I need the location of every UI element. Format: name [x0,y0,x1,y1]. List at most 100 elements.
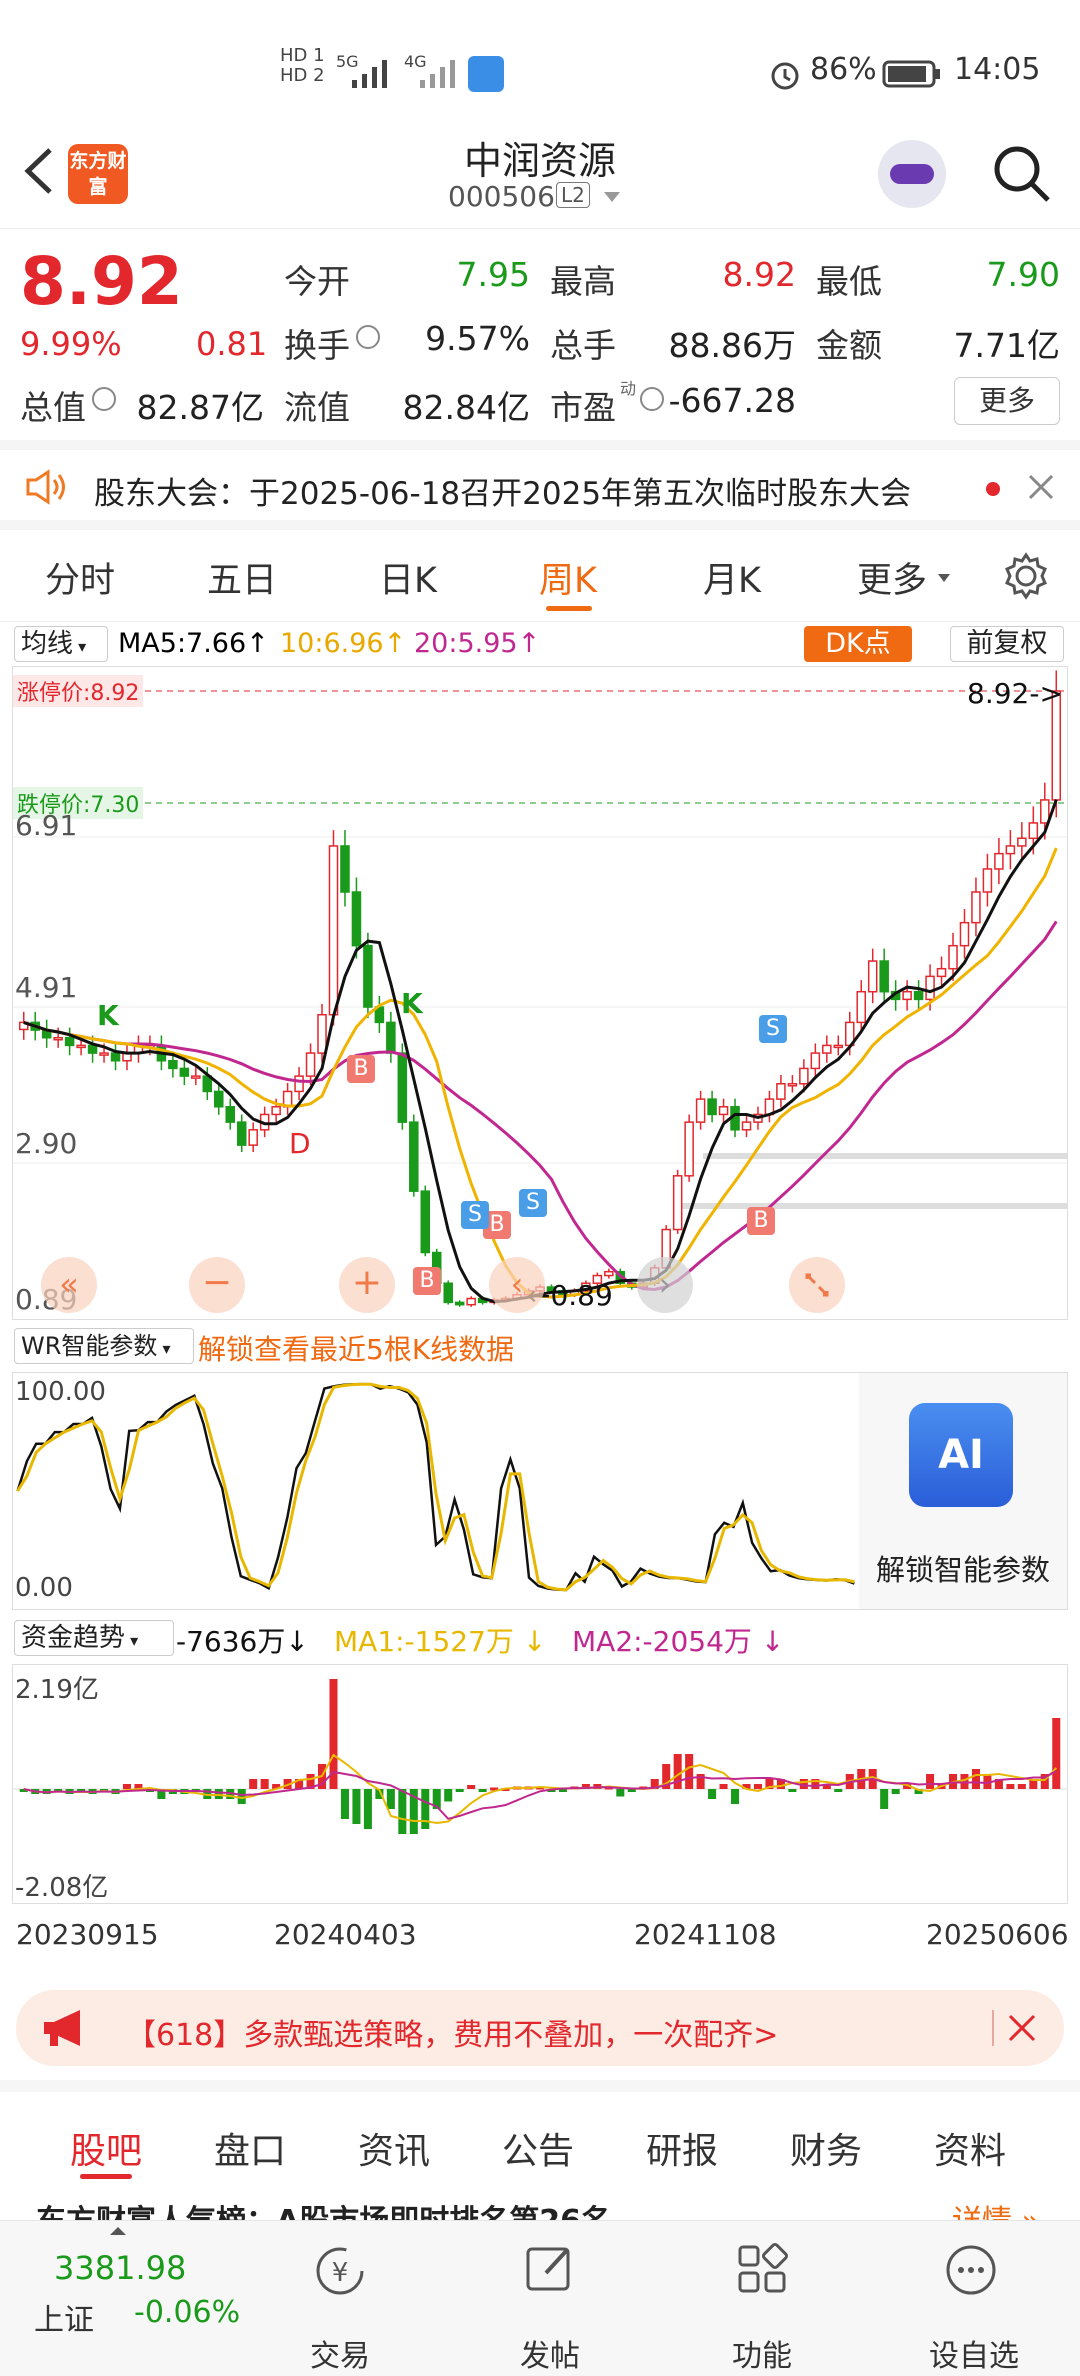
function-icon[interactable] [736,2243,788,2295]
fullscreen-button[interactable] [789,1257,845,1313]
svg-text:¥: ¥ [332,2258,349,2288]
info-icon[interactable] [356,325,380,349]
candle [833,1044,844,1049]
ma20-line [23,920,1058,1292]
function-label[interactable]: 功能 [692,2331,832,2375]
limit-up-label: 涨停价:8.92 [13,675,144,707]
watchlist-icon[interactable] [944,2243,998,2297]
label-float-cap: 流值 [284,388,350,427]
tab-news[interactable]: 资讯 [334,2122,454,2174]
wr-bottom-tick: 0.00 [15,1573,73,1603]
buy-marker[interactable]: B [413,1267,441,1295]
close-icon[interactable] [1026,472,1056,502]
sell-marker[interactable]: S [519,1189,547,1217]
value-pe: -667.28 [668,381,796,420]
candle [351,891,362,947]
ai-unlock-panel[interactable]: AI 解锁智能参数 [859,1373,1067,1609]
sell-marker[interactable]: S [461,1201,489,1229]
kline-chart[interactable]: 涨停价:8.92 跌停价:7.30 6.91 4.91 2.90 0.89 8.… [12,666,1068,1320]
dk-point-button[interactable]: DK点 [804,626,912,662]
ma20-value: 20:5.95↑ [414,628,541,659]
tab-finance[interactable]: 财务 [766,2122,886,2174]
tab-guba[interactable]: 股吧 [46,2122,166,2174]
close-icon[interactable] [1006,2012,1038,2044]
fund-chart[interactable]: 2.19亿 -2.08亿 [12,1664,1068,1904]
value-turnover: 9.57% [425,319,530,358]
ma-type-select[interactable]: 均线 ▾ [14,626,108,662]
buy-marker[interactable]: B [747,1207,775,1235]
fund-bar [834,1789,843,1792]
tab-intraday[interactable]: 分时 [40,552,120,603]
tab-monthly-k[interactable]: 月K [692,552,772,603]
scroll-prev-button[interactable]: ‹ [489,1257,545,1313]
post-icon[interactable] [524,2243,576,2295]
buy-marker[interactable]: B [347,1055,375,1083]
wr-line-2 [16,1382,855,1592]
scroll-next-button[interactable]: › [637,1257,693,1313]
app-logo[interactable]: 东方财富 [68,144,128,204]
fund-bar [1052,1718,1061,1789]
fund-svg [13,1679,1067,1834]
candle [443,1282,453,1304]
sell-marker[interactable]: S [759,1015,787,1043]
scroll-left-button[interactable]: « [41,1257,97,1313]
candle [53,1036,63,1041]
candle [672,1175,683,1231]
promo-banner[interactable]: 【618】多款甄选策略，费用不叠加，一次配齐> [16,1990,1064,2066]
zoom-in-button[interactable]: + [339,1257,395,1313]
popularity-teaser[interactable]: 东方财富人气榜：A股市场即时排名第26名 详情 » [0,2180,1080,2220]
wr-select[interactable]: WR智能参数 ▾ [14,1328,194,1364]
tab-five-day[interactable]: 五日 [202,552,282,603]
wr-chart[interactable]: 100.00 0.00 AI 解锁智能参数 [12,1372,1068,1610]
ma10-value: 10:6.96↑ [280,628,407,659]
zoom-out-button[interactable]: − [189,1257,245,1313]
gear-icon[interactable] [1002,552,1050,600]
active-tab-indicator [80,2174,132,2179]
chevron-down-icon[interactable] [602,190,622,206]
fund-bar [478,1789,487,1792]
tab-more[interactable]: 更多 [852,552,932,603]
trade-icon[interactable]: ¥ [312,2243,368,2299]
index-percent: -0.06% [134,2295,241,2330]
post-label[interactable]: 发帖 [480,2331,620,2375]
label-pe: 市盈 [550,388,616,427]
candle [328,845,339,1016]
pe-dynamic-mark: 动 [620,379,637,398]
candle [305,1052,316,1077]
chevron-up-icon[interactable] [108,2225,128,2237]
candle [867,960,878,993]
wr-unlock-link[interactable]: 解锁查看最近5根K线数据 [198,1328,514,1368]
teaser-detail-link[interactable]: 详情 » [952,2196,1040,2220]
tab-weekly-k[interactable]: 周K [528,552,608,603]
adjust-select[interactable]: 前复权 [950,626,1064,662]
info-icon[interactable] [92,387,116,411]
ma-type-label: 均线 [21,629,74,659]
tab-profile[interactable]: 资料 [910,2122,1030,2174]
value-open: 7.95 [456,255,530,294]
tab-pankou[interactable]: 盘口 [190,2122,310,2174]
date-tick: 20240403 [274,1918,417,1951]
value-volume: 88.86万 [668,326,796,365]
fund-bar [891,1789,900,1794]
watchlist-label[interactable]: 设自选 [904,2331,1044,2375]
fund-bar [971,1769,980,1789]
more-button[interactable]: 更多 [954,377,1060,425]
robot-avatar[interactable] [878,140,946,208]
fund-bar [788,1789,797,1792]
index-value[interactable]: 3381.98 [54,2249,186,2287]
info-icon[interactable] [640,387,664,411]
tab-daily-k[interactable]: 日K [368,552,448,603]
tab-announcements[interactable]: 公告 [478,2122,598,2174]
notice-bar[interactable]: 股东大会：于2025-06-18召开2025年第五次临时股东大会 [0,440,1080,530]
megaphone-icon [44,2010,80,2046]
back-icon[interactable] [20,146,56,196]
label-high: 最高 [550,262,616,301]
fund-value: -7636万↓ [176,1625,309,1658]
candle [271,1106,281,1116]
candle [397,1052,408,1123]
fund-select[interactable]: 资金趋势 ▾ [14,1620,174,1656]
search-icon[interactable] [990,142,1054,206]
tab-research[interactable]: 研报 [622,2122,742,2174]
fund-bar [708,1789,717,1799]
trade-label[interactable]: 交易 [270,2331,410,2375]
